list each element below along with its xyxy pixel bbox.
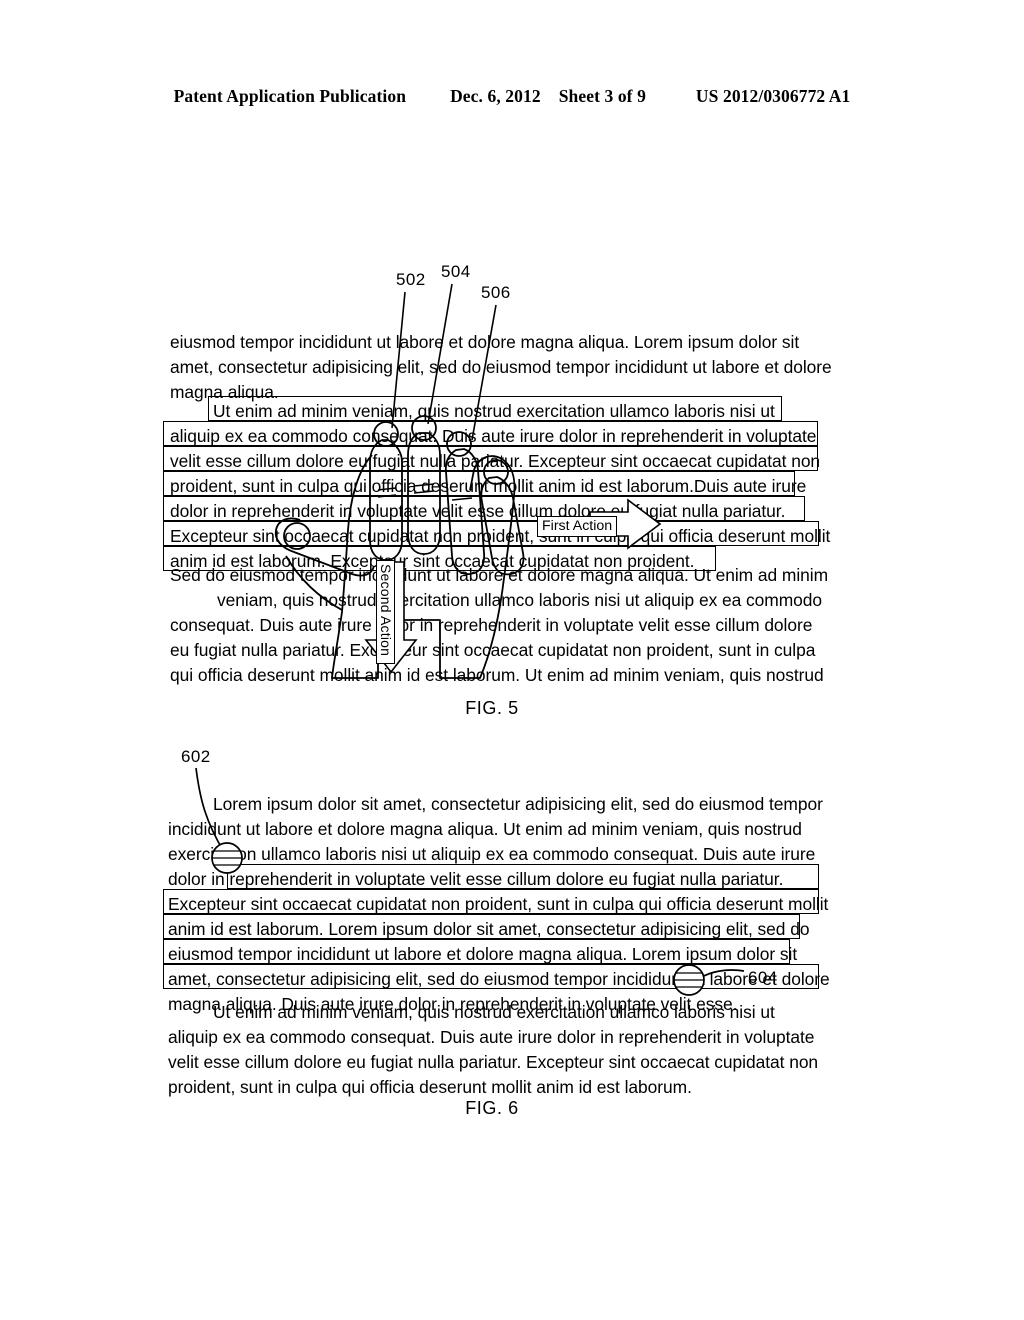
fig6-intro-line-1: Lorem ipsum dolor sit amet, consectetur …	[213, 794, 823, 814]
ref-504: 504	[441, 262, 471, 281]
fig6-selected-line-3: eiusmod tempor incididunt ut labore et d…	[168, 944, 798, 964]
fig6-tail-line-2: aliquip ex ea commodo consequat. Duis au…	[168, 1027, 815, 1047]
fig6-tail-line-1: Ut enim ad minim veniam, quis nostrud ex…	[213, 1002, 775, 1022]
fig5-tail-line-3: consequat. Duis aute irure dolor in repr…	[170, 615, 813, 635]
second-action-label[interactable]: Second Action	[376, 560, 395, 664]
fig5-selected-line-5: dolor in reprehenderit in voluptate veli…	[170, 501, 786, 521]
page-header: Patent Application Publication Dec. 6, 2…	[0, 86, 1024, 107]
fig5-tail-line-5: qui officia deserunt mollit anim id est …	[170, 665, 824, 685]
fig6-tail-line-3: velit esse cillum dolore eu fugiat nulla…	[168, 1052, 819, 1072]
fig5-selected-line-1: Ut enim ad minim veniam, quis nostrud ex…	[213, 401, 775, 421]
ref-602: 602	[181, 747, 211, 766]
fig6-intro-line-2: incididunt ut labore et dolore magna ali…	[168, 819, 802, 839]
fig6-selected-line-4: amet, consectetur adipisicing elit, sed …	[168, 969, 830, 989]
first-action-label[interactable]: First Action	[537, 516, 618, 537]
fig5-selected-line-2: aliquip ex ea commodo consequat. Duis au…	[170, 426, 817, 446]
fig5-selected-line-4: proident, sunt in culpa qui officia dese…	[170, 476, 807, 496]
fig5-selected-line-6: Excepteur sint occaecat cupidatat non pr…	[170, 526, 831, 546]
fig5-selected-line-3: velit esse cillum dolore eu fugiat nulla…	[170, 451, 821, 471]
header-date: Dec. 6, 2012	[450, 86, 541, 106]
fig5-tail-line-1: Sed do eiusmod tempor incididunt ut labo…	[170, 565, 829, 585]
fig6-caption: FIG. 6	[465, 1098, 519, 1118]
fig6-selected-line-1: Excepteur sint occaecat cupidatat non pr…	[168, 894, 829, 914]
patent-drawing-page: Patent Application Publication Dec. 6, 2…	[0, 0, 1024, 1320]
ref-502: 502	[396, 270, 426, 289]
fig6-tail-line-4: proident, sunt in culpa qui officia dese…	[168, 1077, 692, 1097]
fig6-selected-line-2: anim id est laborum. Lorem ipsum dolor s…	[168, 919, 810, 939]
ref-506: 506	[481, 283, 511, 302]
fig5-tail-line-4: eu fugiat nulla pariatur. Excepteur sint…	[170, 640, 816, 660]
fig6-selection-box-1[interactable]	[227, 864, 819, 889]
header-patent-number: US 2012/0306772 A1	[695, 86, 851, 106]
fig5-tail-line-2: veniam, quis nostrud exercitation ullamc…	[217, 590, 823, 610]
header-sheet: Sheet 3 of 9	[558, 86, 646, 106]
fig5-intro-line-2: amet, consectetur adipisicing elit, sed …	[170, 357, 832, 377]
fig5-intro-line-1: eiusmod tempor incididunt ut labore et d…	[170, 332, 800, 352]
fig5-caption: FIG. 5	[465, 698, 519, 718]
header-publication: Patent Application Publication	[173, 86, 407, 106]
